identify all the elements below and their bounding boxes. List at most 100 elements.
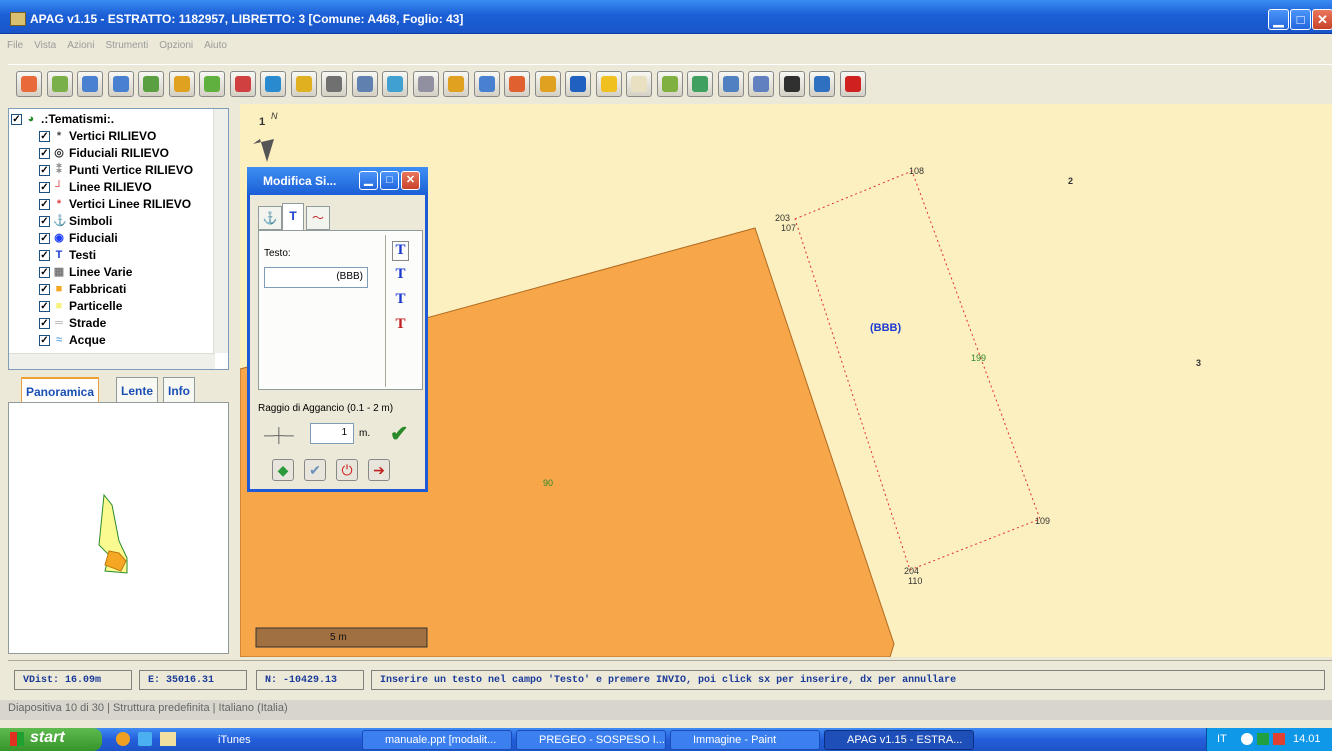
menu-aiuto[interactable]: Aiuto [197, 34, 231, 51]
start-button[interactable]: start [0, 728, 102, 751]
toolbar-button[interactable] [595, 71, 622, 97]
toolbar-button[interactable] [717, 71, 744, 97]
text-delete-icon[interactable]: T [392, 316, 409, 336]
layer-checkbox[interactable]: ✓ [39, 335, 50, 346]
quicklaunch-ie-icon[interactable] [116, 732, 130, 746]
quicklaunch-explorer-icon[interactable] [138, 732, 152, 746]
layer-checkbox[interactable]: ✓ [39, 148, 50, 159]
layer-checkbox[interactable]: ✓ [39, 199, 50, 210]
tab-info[interactable]: Info [163, 377, 195, 402]
toolbar-button[interactable] [839, 71, 866, 97]
tree-horizontal-scrollbar[interactable] [9, 353, 215, 369]
menu-azioni[interactable]: Azioni [60, 34, 98, 51]
task-paint[interactable]: Immagine - Paint [670, 730, 820, 750]
toolbar-button[interactable] [107, 71, 134, 97]
tab-lente[interactable]: Lente [116, 377, 159, 402]
toolbar-button[interactable] [382, 71, 408, 97]
map-text-label: (BBB) [870, 322, 902, 334]
tree-item-label: Acque [69, 333, 106, 347]
map-north-number: 1 [259, 116, 266, 128]
toolbar-button[interactable] [351, 71, 378, 97]
overview-map[interactable] [8, 402, 229, 654]
exit-icon[interactable]: ➔ [368, 459, 390, 481]
toolbar-button[interactable] [504, 71, 530, 97]
toolbar-button[interactable] [199, 71, 225, 97]
toolbar-button[interactable] [46, 71, 73, 97]
tray-icon[interactable] [1273, 733, 1285, 745]
dialog-close-button[interactable]: ✕ [401, 171, 420, 190]
layer-checkbox[interactable]: ✓ [39, 284, 50, 295]
raggio-slider[interactable]: ─┼─ [264, 427, 294, 443]
toolbar-button[interactable] [321, 71, 347, 97]
toolbar-button[interactable] [290, 71, 317, 97]
layer-checkbox[interactable]: ✓ [39, 131, 50, 142]
toolbar-button[interactable] [809, 71, 835, 97]
tab-symbol[interactable]: ⚓ [258, 206, 282, 230]
toolbar-button[interactable] [168, 71, 195, 97]
language-indicator[interactable]: IT [1217, 733, 1227, 745]
menu-vista[interactable]: Vista [27, 34, 60, 51]
power-icon[interactable]: ⏻ [336, 459, 358, 481]
dialog-maximize-button[interactable]: □ [380, 171, 399, 190]
tab-panoramica[interactable]: Panoramica [21, 377, 100, 402]
power-icon [844, 76, 861, 92]
layer-checkbox[interactable]: ✓ [39, 216, 50, 227]
tab-line[interactable]: 〜 [306, 206, 330, 230]
link-icon [356, 76, 373, 92]
dialog-minimize-button[interactable]: ▁ [359, 171, 378, 190]
add-icon[interactable]: ◆ [272, 459, 294, 481]
task-apag[interactable]: APAG v1.15 - ESTRA... [824, 730, 974, 750]
toolbar-button[interactable] [778, 71, 805, 97]
task-itunes[interactable]: iTunes [195, 730, 345, 750]
layer-checkbox[interactable]: ✓ [39, 250, 50, 261]
raggio-input[interactable]: 1 [310, 423, 354, 444]
layer-checkbox[interactable]: ✓ [39, 182, 50, 193]
layer-checkbox[interactable]: ✓ [39, 301, 50, 312]
task-powerpoint[interactable]: manuale.ppt [modalit... [362, 730, 512, 750]
quicklaunch-pregeo-icon[interactable] [160, 732, 176, 746]
root-checkbox[interactable]: ✓ [11, 114, 22, 125]
menu-opzioni[interactable]: Opzioni [152, 34, 197, 51]
close-button[interactable]: ✕ [1312, 9, 1332, 30]
text-insert-icon[interactable]: T [392, 241, 409, 261]
dialog-title-bar[interactable]: Modifica Si... ▁ □ ✕ [247, 167, 428, 195]
toolbar-button[interactable] [687, 71, 713, 97]
tray-icon[interactable] [1241, 733, 1253, 745]
toolbar-button[interactable] [229, 71, 256, 97]
task-pregeo[interactable]: PREGEO - SOSPESO I... [516, 730, 666, 750]
layer-checkbox[interactable]: ✓ [39, 165, 50, 176]
start-label: start [30, 729, 65, 746]
tray-icon[interactable] [1257, 733, 1269, 745]
text-rotate-icon[interactable]: T [392, 291, 409, 311]
maximize-button[interactable]: □ [1290, 9, 1311, 30]
toolbar-button[interactable] [412, 71, 439, 97]
toolbar-button[interactable] [534, 71, 561, 97]
text-move-icon[interactable]: T [392, 266, 409, 286]
toolbar-button[interactable] [138, 71, 164, 97]
toolbar-button[interactable] [565, 71, 591, 97]
testo-input[interactable]: (BBB) [264, 267, 368, 288]
layer-checkbox[interactable]: ✓ [39, 318, 50, 329]
minimize-button[interactable]: ▁ [1268, 9, 1289, 30]
tree-vertical-scrollbar[interactable] [213, 109, 228, 353]
toolbar-button[interactable] [748, 71, 774, 97]
toolbar-button[interactable] [473, 71, 500, 97]
layer-checkbox[interactable]: ✓ [39, 233, 50, 244]
raggio-unit: m. [359, 428, 371, 439]
tab-text[interactable]: T [282, 203, 304, 230]
toolbar-button[interactable] [626, 71, 652, 97]
vertex-label: 110 [908, 576, 923, 586]
menu-strumenti[interactable]: Strumenti [98, 34, 152, 51]
layer-checkbox[interactable]: ✓ [39, 267, 50, 278]
globe-icon: ◕ [27, 113, 35, 125]
toolbar-button[interactable] [16, 71, 42, 97]
parcel-label: 2 [1068, 176, 1074, 186]
toolbar-button[interactable] [77, 71, 103, 97]
toolbar-button[interactable] [443, 71, 469, 97]
apply-icon[interactable]: ✔ [304, 459, 326, 481]
toolbar-button[interactable] [656, 71, 683, 97]
confirm-radius-icon[interactable]: ✔ [390, 421, 408, 447]
panel-divider [385, 235, 386, 387]
toolbar-button[interactable] [260, 71, 286, 97]
menu-file[interactable]: File [0, 34, 27, 51]
